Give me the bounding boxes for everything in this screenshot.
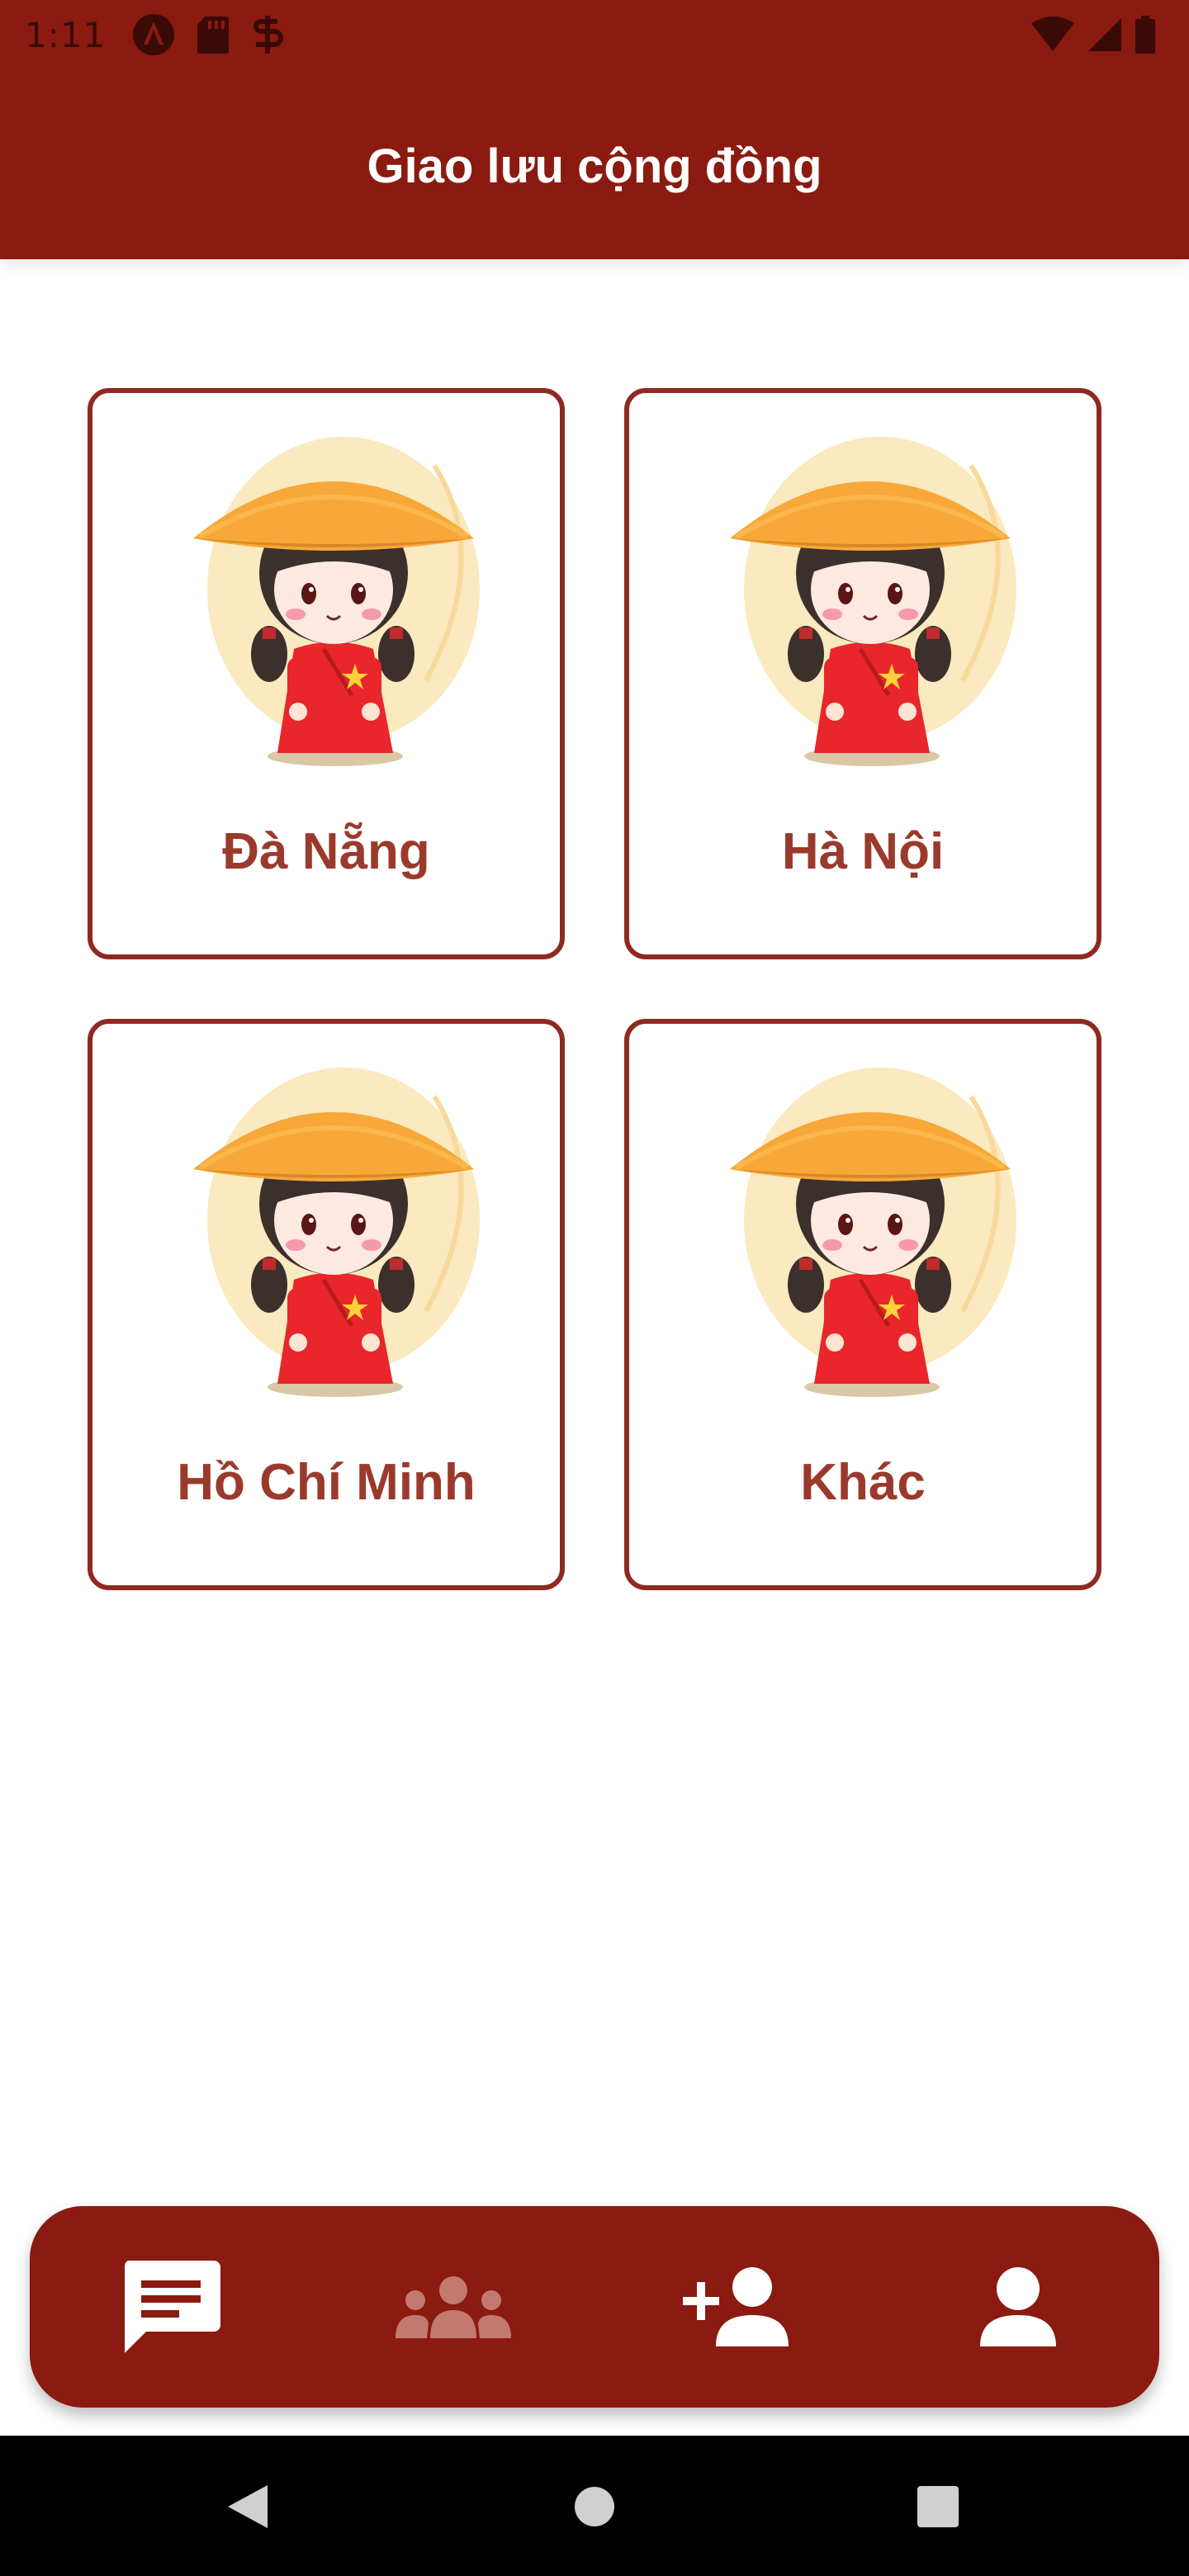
recents-icon[interactable]: [915, 2482, 961, 2531]
mascot-image: [715, 1063, 1021, 1402]
nav-add-friend[interactable]: [594, 2206, 877, 2408]
region-card-khac[interactable]: Khác: [624, 1019, 1101, 1590]
nav-groups[interactable]: [312, 2206, 594, 2408]
region-card-da-nang[interactable]: Đà Nẵng: [88, 388, 565, 959]
page-title: Giao lưu cộng đồng: [367, 140, 822, 193]
home-icon[interactable]: [573, 2482, 616, 2531]
app-header: 1:11 Giao lưu cộng đồng: [0, 0, 1189, 259]
mascot-image: [715, 433, 1021, 771]
status-bar: 1:11: [0, 0, 1189, 69]
nav-profile[interactable]: [877, 2206, 1159, 2408]
add-friend-icon: [683, 2267, 789, 2346]
sd-card-icon: [197, 17, 229, 54]
wifi-icon: [1031, 17, 1074, 51]
cell-signal-icon: [1088, 18, 1121, 51]
battery-icon: [1135, 16, 1155, 54]
system-nav-bar: [0, 2436, 1189, 2576]
status-notification-icons: [132, 13, 284, 56]
angular-icon: [133, 14, 174, 55]
bottom-nav: [30, 2206, 1159, 2408]
nav-chat[interactable]: [30, 2206, 312, 2408]
region-card-ho-chi-minh[interactable]: Hồ Chí Minh: [88, 1019, 565, 1590]
s-app-icon: [253, 16, 283, 54]
mascot-image: [178, 433, 484, 771]
chat-icon: [124, 2261, 220, 2353]
region-grid: Đà Nẵng Hà Nội Hồ Chí Minh Khác: [88, 388, 1101, 1590]
back-icon[interactable]: [223, 2482, 272, 2531]
region-card-ha-noi[interactable]: Hà Nội: [624, 388, 1101, 959]
profile-icon: [980, 2267, 1056, 2346]
mascot-image: [178, 1063, 484, 1402]
status-time: 1:11: [25, 15, 107, 55]
groups-icon: [396, 2276, 511, 2338]
region-label: Khác: [800, 1454, 926, 1511]
region-label: Đà Nẵng: [222, 823, 430, 880]
region-label: Hồ Chí Minh: [177, 1454, 476, 1511]
status-system-icons: [1030, 15, 1156, 54]
region-label: Hà Nội: [781, 823, 945, 880]
